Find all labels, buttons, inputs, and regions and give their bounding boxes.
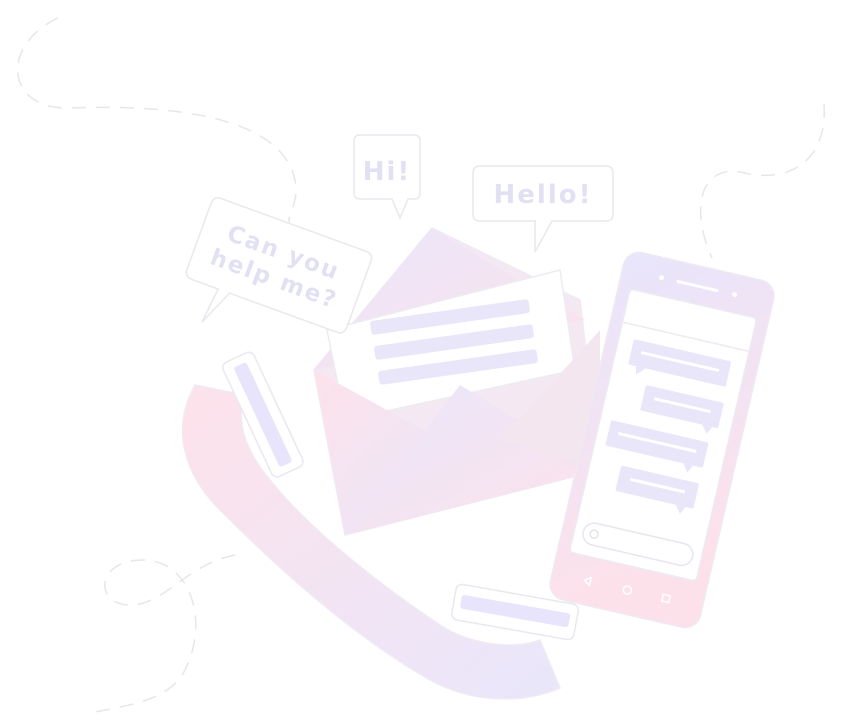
dashed-line-top-right xyxy=(699,103,825,259)
speech-bubble-hello: Hello! xyxy=(472,165,614,253)
bubble-hello-text: Hello! xyxy=(494,180,593,210)
illustration-stage: Hi! Hello! Can you help me? xyxy=(0,0,849,720)
dashed-line-top-left xyxy=(17,17,297,226)
dashed-line-bottom-left xyxy=(94,554,236,713)
speech-bubble-hi: Hi! xyxy=(353,134,421,220)
bubble-hi-text: Hi! xyxy=(363,157,412,187)
communication-illustration: Hi! Hello! Can you help me? xyxy=(17,17,825,713)
